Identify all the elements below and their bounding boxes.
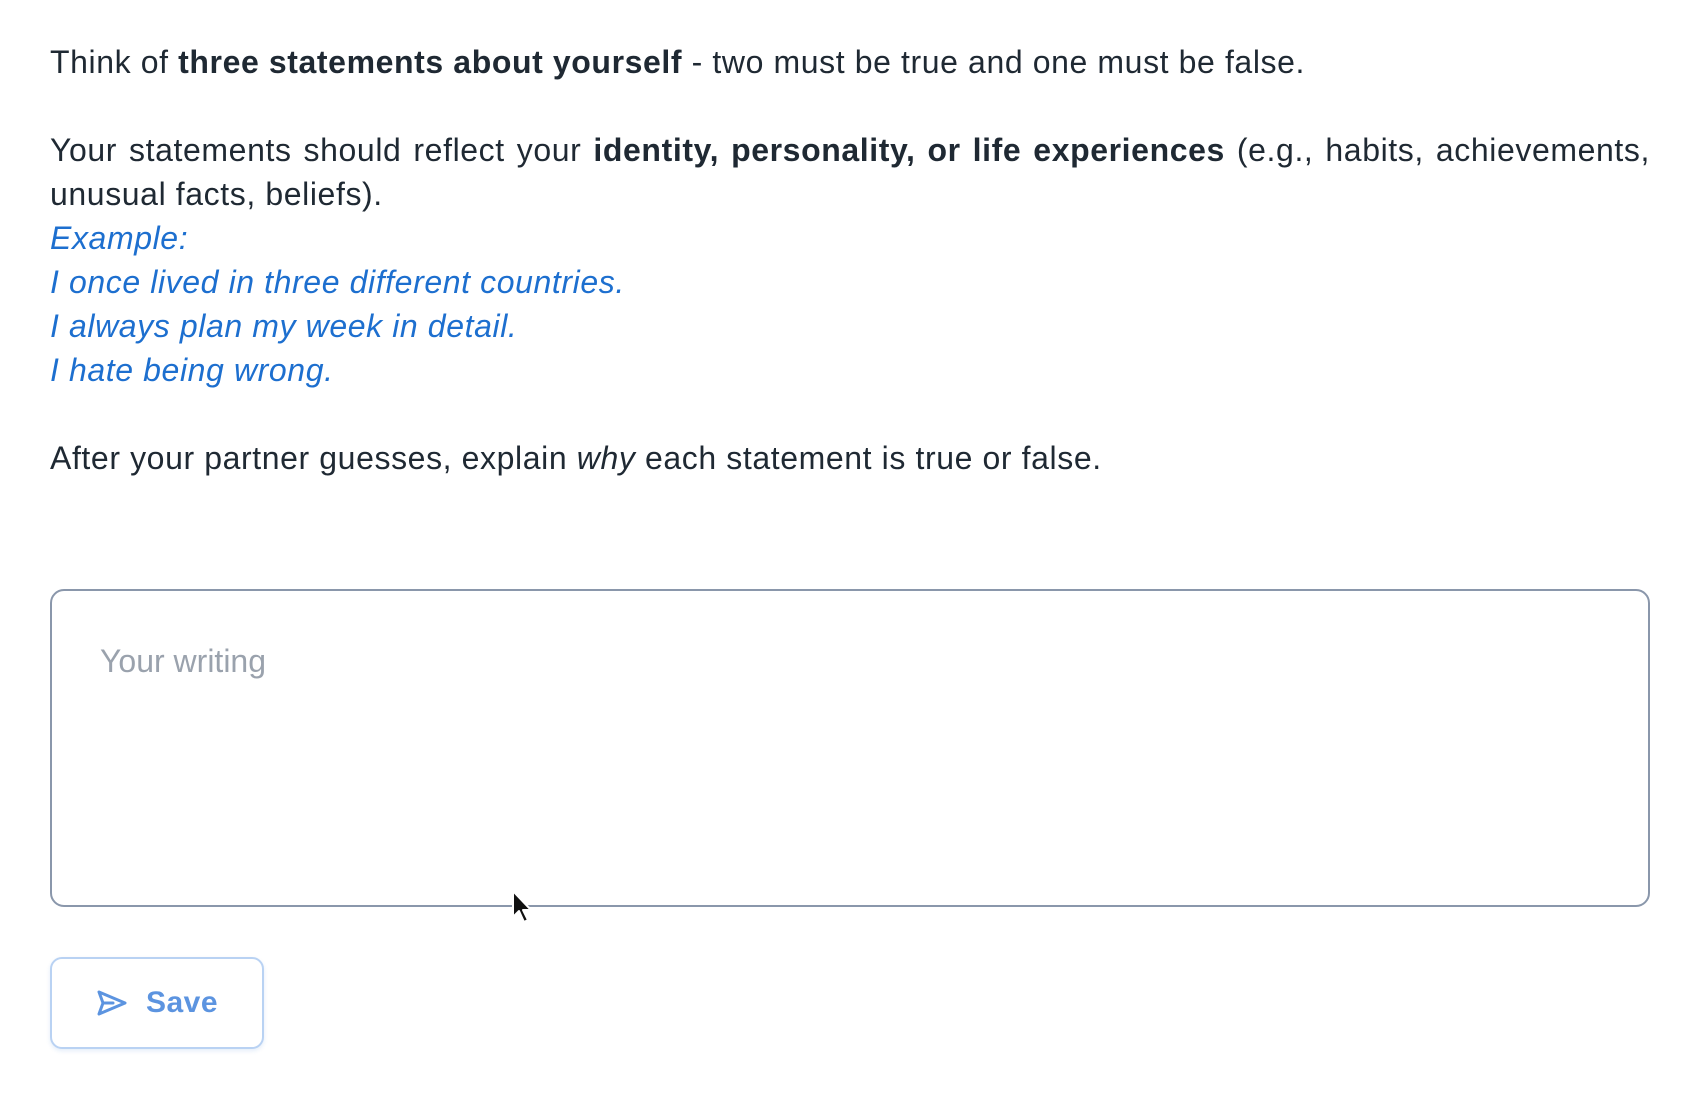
explain-prefix: After your partner guesses, explain <box>50 440 577 476</box>
instruction-explain: After your partner guesses, explain why … <box>50 436 1650 480</box>
reflect-bold: identity, personality, or life experienc… <box>593 132 1225 168</box>
explain-suffix: each statement is true or false. <box>635 440 1102 476</box>
intro-prefix: Think of <box>50 44 179 80</box>
intro-bold: three statements about yourself <box>178 44 683 80</box>
example-item: I hate being wrong. <box>50 352 334 388</box>
example-item: I once lived in three different countrie… <box>50 264 625 300</box>
intro-suffix: - two must be true and one must be false… <box>682 44 1306 80</box>
example-label: Example: <box>50 220 189 256</box>
reflect-prefix: Your statements should reflect your <box>50 132 594 168</box>
save-button[interactable]: Save <box>50 957 264 1049</box>
explain-italic: why <box>576 440 636 476</box>
instruction-intro: Think of three statements about yourself… <box>50 40 1650 84</box>
example-item: I always plan my week in detail. <box>50 308 518 344</box>
send-icon <box>96 989 128 1017</box>
save-label: Save <box>145 986 219 1019</box>
instructions: Think of three statements about yourself… <box>50 40 1650 480</box>
writing-textarea[interactable] <box>50 589 1650 907</box>
instruction-reflect: Your statements should reflect your iden… <box>50 128 1650 216</box>
